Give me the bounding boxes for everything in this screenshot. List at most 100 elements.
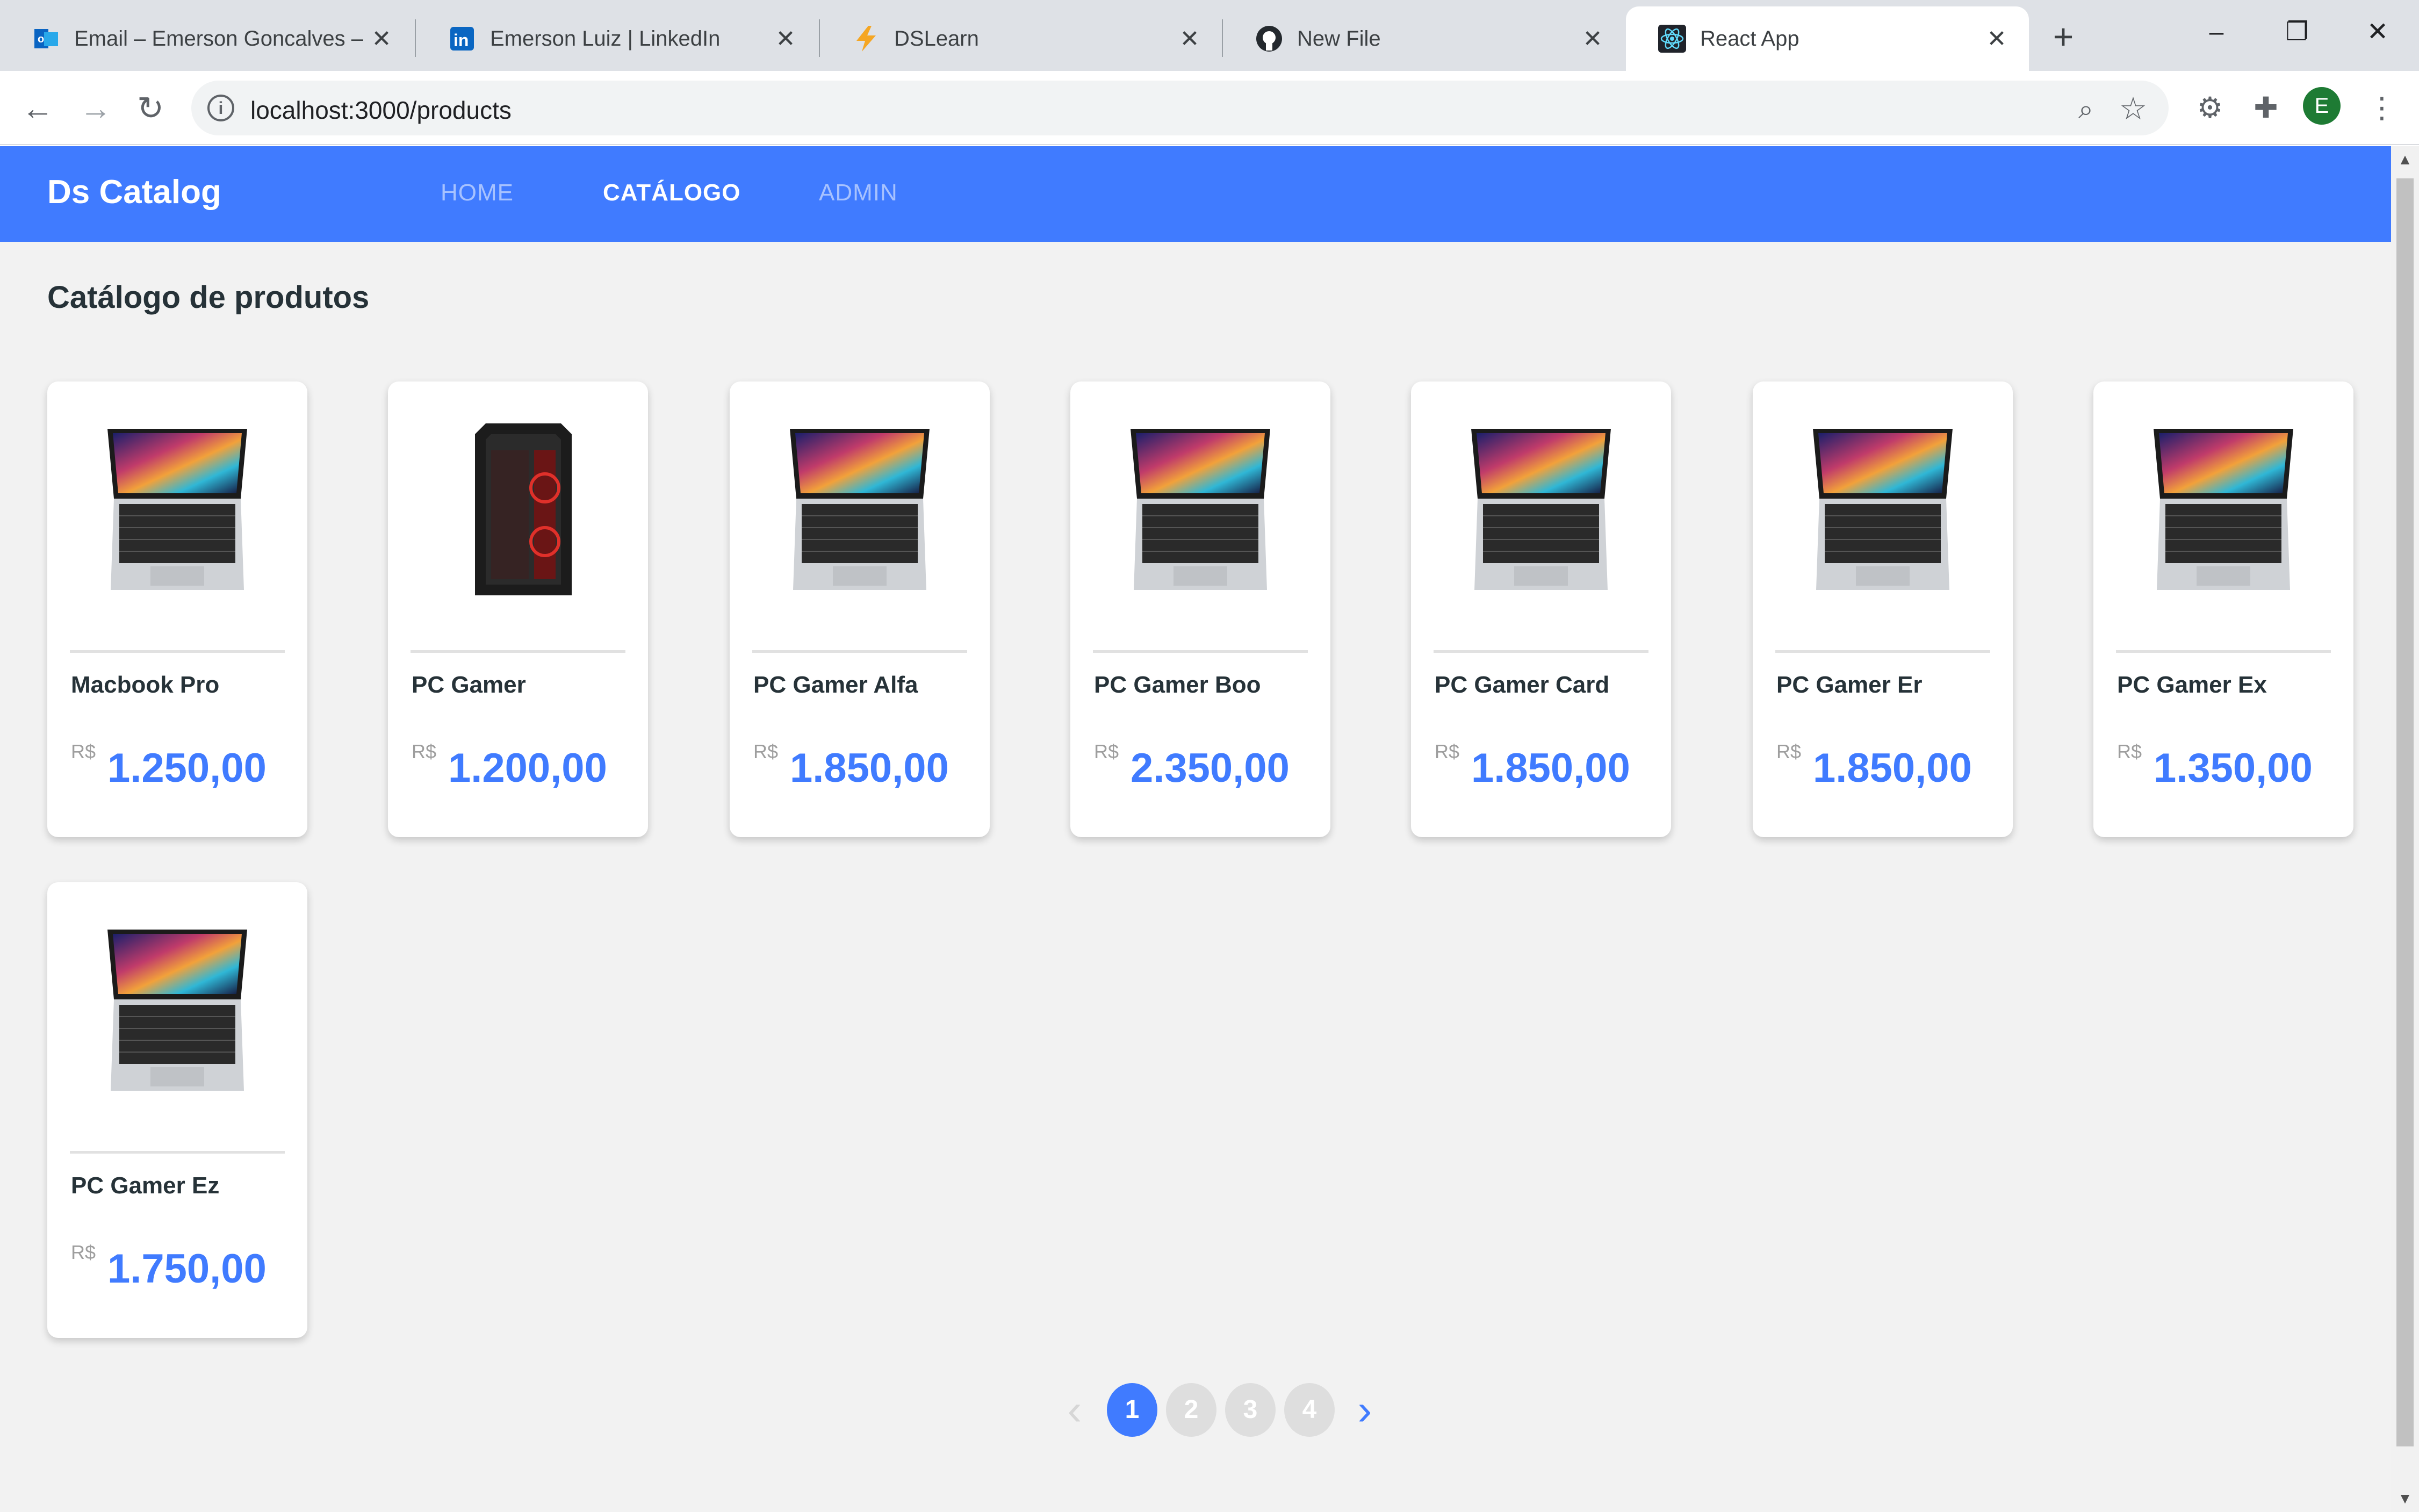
minimize-button[interactable]: –: [2182, 5, 2251, 59]
price-currency: R$: [1435, 740, 1460, 762]
browser-toolbar: ← → ↻ i localhost:3000/products ⌕ ☆ ⚙ ✚ …: [0, 71, 2419, 145]
svg-text:in: in: [453, 31, 469, 50]
laptop-image: [1434, 407, 1648, 611]
close-icon[interactable]: ✕: [1981, 25, 2013, 53]
tab-outlook[interactable]: o Email – Emerson Goncalves – Outlook ✕: [0, 6, 414, 71]
github-icon: [1255, 25, 1283, 53]
tab-react-app[interactable]: React App ✕: [1626, 6, 2029, 71]
laptop-image: [1093, 407, 1308, 611]
laptop-image: [70, 407, 285, 611]
product-price: 1.850,00: [790, 745, 949, 791]
nav-home[interactable]: HOME: [441, 179, 514, 206]
tab-title: DSLearn: [894, 26, 979, 51]
page-button-2[interactable]: 2: [1166, 1383, 1216, 1437]
product-price: 1.750,00: [107, 1246, 267, 1292]
linkedin-icon: in: [448, 25, 476, 53]
forward-button[interactable]: →: [74, 87, 117, 130]
card-divider: [70, 650, 285, 653]
product-name: PC Gamer Er: [1776, 672, 1923, 698]
url-text[interactable]: localhost:3000/products: [250, 96, 512, 125]
pc-tower-image: [411, 407, 625, 611]
info-icon[interactable]: i: [207, 95, 234, 121]
close-icon[interactable]: ✕: [1576, 25, 1609, 53]
price-currency: R$: [753, 740, 779, 762]
extension-gear-icon[interactable]: ⚙: [2192, 90, 2228, 126]
product-name: PC Gamer Boo: [1094, 672, 1261, 698]
laptop-image: [2116, 407, 2331, 611]
card-divider: [411, 650, 625, 653]
product-card[interactable]: PC Gamer R$ 1.200,00: [388, 381, 648, 837]
card-divider: [1775, 650, 1990, 653]
product-card[interactable]: PC Gamer Boo R$ 2.350,00: [1070, 381, 1330, 837]
product-card[interactable]: PC Gamer Alfa R$ 1.850,00: [730, 381, 990, 837]
price-currency: R$: [1094, 740, 1119, 762]
browser-tab-strip: o Email – Emerson Goncalves – Outlook ✕ …: [0, 0, 2419, 71]
brand-logo[interactable]: Ds Catalog: [47, 173, 221, 211]
product-price: 1.850,00: [1813, 745, 1972, 791]
zoom-icon[interactable]: ⌕: [2078, 93, 2093, 125]
profile-avatar[interactable]: E: [2303, 87, 2341, 125]
product-name: PC Gamer Ex: [2117, 672, 2267, 698]
card-divider: [752, 650, 967, 653]
price-currency: R$: [1776, 740, 1802, 762]
svg-text:o: o: [38, 33, 44, 45]
page-button-3[interactable]: 3: [1225, 1383, 1276, 1437]
product-price: 2.350,00: [1131, 745, 1290, 791]
page-title: Catálogo de produtos: [47, 280, 370, 315]
price-currency: R$: [412, 740, 437, 762]
product-card[interactable]: PC Gamer Er R$ 1.850,00: [1753, 381, 2013, 837]
product-name: PC Gamer Alfa: [753, 672, 918, 698]
close-icon[interactable]: ✕: [769, 25, 802, 53]
product-card[interactable]: PC Gamer Ex R$ 1.350,00: [2093, 381, 2353, 837]
product-name: PC Gamer Ez: [71, 1172, 220, 1199]
product-price: 1.200,00: [448, 745, 607, 791]
page-button-4[interactable]: 4: [1284, 1383, 1335, 1437]
nav-catalogo[interactable]: CATÁLOGO: [603, 179, 741, 206]
product-price: 1.850,00: [1471, 745, 1630, 791]
bookmark-star-icon[interactable]: ☆: [2119, 90, 2147, 127]
scrollbar-thumb[interactable]: [2396, 178, 2414, 1446]
more-menu-icon[interactable]: ⋮: [2364, 90, 2400, 126]
tab-dslearn[interactable]: DSLearn ✕: [820, 6, 1222, 71]
page-scrollbar[interactable]: ▲ ▼: [2391, 146, 2419, 1512]
product-name: PC Gamer: [412, 672, 526, 698]
react-icon: [1658, 25, 1686, 53]
close-icon[interactable]: ✕: [1173, 25, 1206, 53]
tab-github[interactable]: New File ✕: [1223, 6, 1625, 71]
restore-button[interactable]: ❐: [2262, 5, 2332, 59]
product-card[interactable]: Macbook Pro R$ 1.250,00: [47, 381, 307, 837]
tab-title: Emerson Luiz | LinkedIn: [490, 26, 721, 51]
scroll-up-arrow-icon[interactable]: ▲: [2391, 146, 2419, 173]
chevron-left-icon[interactable]: ‹: [1053, 1383, 1096, 1437]
product-name: Macbook Pro: [71, 672, 220, 698]
product-card[interactable]: PC Gamer Ez R$ 1.750,00: [47, 882, 307, 1338]
extensions-puzzle-icon[interactable]: ✚: [2248, 90, 2284, 126]
main-navbar: Ds Catalog HOME CATÁLOGO ADMIN: [0, 146, 2391, 242]
laptop-image: [70, 908, 285, 1112]
product-name: PC Gamer Card: [1435, 672, 1610, 698]
product-card[interactable]: PC Gamer Card R$ 1.850,00: [1411, 381, 1671, 837]
close-icon[interactable]: ✕: [365, 25, 398, 53]
price-currency: R$: [71, 1241, 96, 1263]
card-divider: [1434, 650, 1648, 653]
page-button-1[interactable]: 1: [1107, 1383, 1157, 1437]
product-price: 1.350,00: [2154, 745, 2313, 791]
laptop-image: [1775, 407, 1990, 611]
price-currency: R$: [71, 740, 96, 762]
chevron-right-icon[interactable]: ›: [1343, 1383, 1386, 1437]
tab-linkedin[interactable]: in Emerson Luiz | LinkedIn ✕: [416, 6, 818, 71]
card-divider: [1093, 650, 1308, 653]
price-currency: R$: [2117, 740, 2142, 762]
scroll-down-arrow-icon[interactable]: ▼: [2391, 1485, 2419, 1512]
reload-button[interactable]: ↻: [129, 87, 172, 130]
lightning-icon: [852, 25, 880, 53]
address-bar[interactable]: i localhost:3000/products ⌕ ☆: [191, 81, 2169, 135]
page-viewport: Ds Catalog HOME CATÁLOGO ADMIN Catálogo …: [0, 146, 2391, 1512]
laptop-image: [752, 407, 967, 611]
card-divider: [2116, 650, 2331, 653]
nav-admin[interactable]: ADMIN: [819, 179, 898, 206]
new-tab-button[interactable]: +: [2042, 15, 2085, 58]
back-button[interactable]: ←: [16, 87, 59, 130]
close-window-button[interactable]: ✕: [2343, 5, 2413, 59]
outlook-icon: o: [32, 25, 60, 53]
